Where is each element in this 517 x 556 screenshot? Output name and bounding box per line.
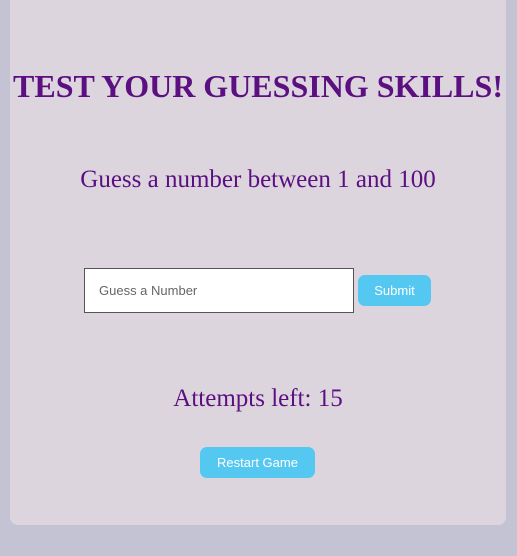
guess-input[interactable] — [84, 268, 354, 313]
attempts-left-text: Attempts left: 15 — [173, 385, 343, 412]
instructions-text: Guess a number between 1 and 100 — [80, 166, 436, 193]
restart-game-button[interactable]: Restart Game — [200, 447, 315, 478]
submit-button[interactable]: Submit — [358, 275, 431, 306]
page-title: TEST YOUR GUESSING SKILLS! — [13, 68, 503, 104]
game-card: TEST YOUR GUESSING SKILLS! Guess a numbe… — [10, 0, 506, 525]
